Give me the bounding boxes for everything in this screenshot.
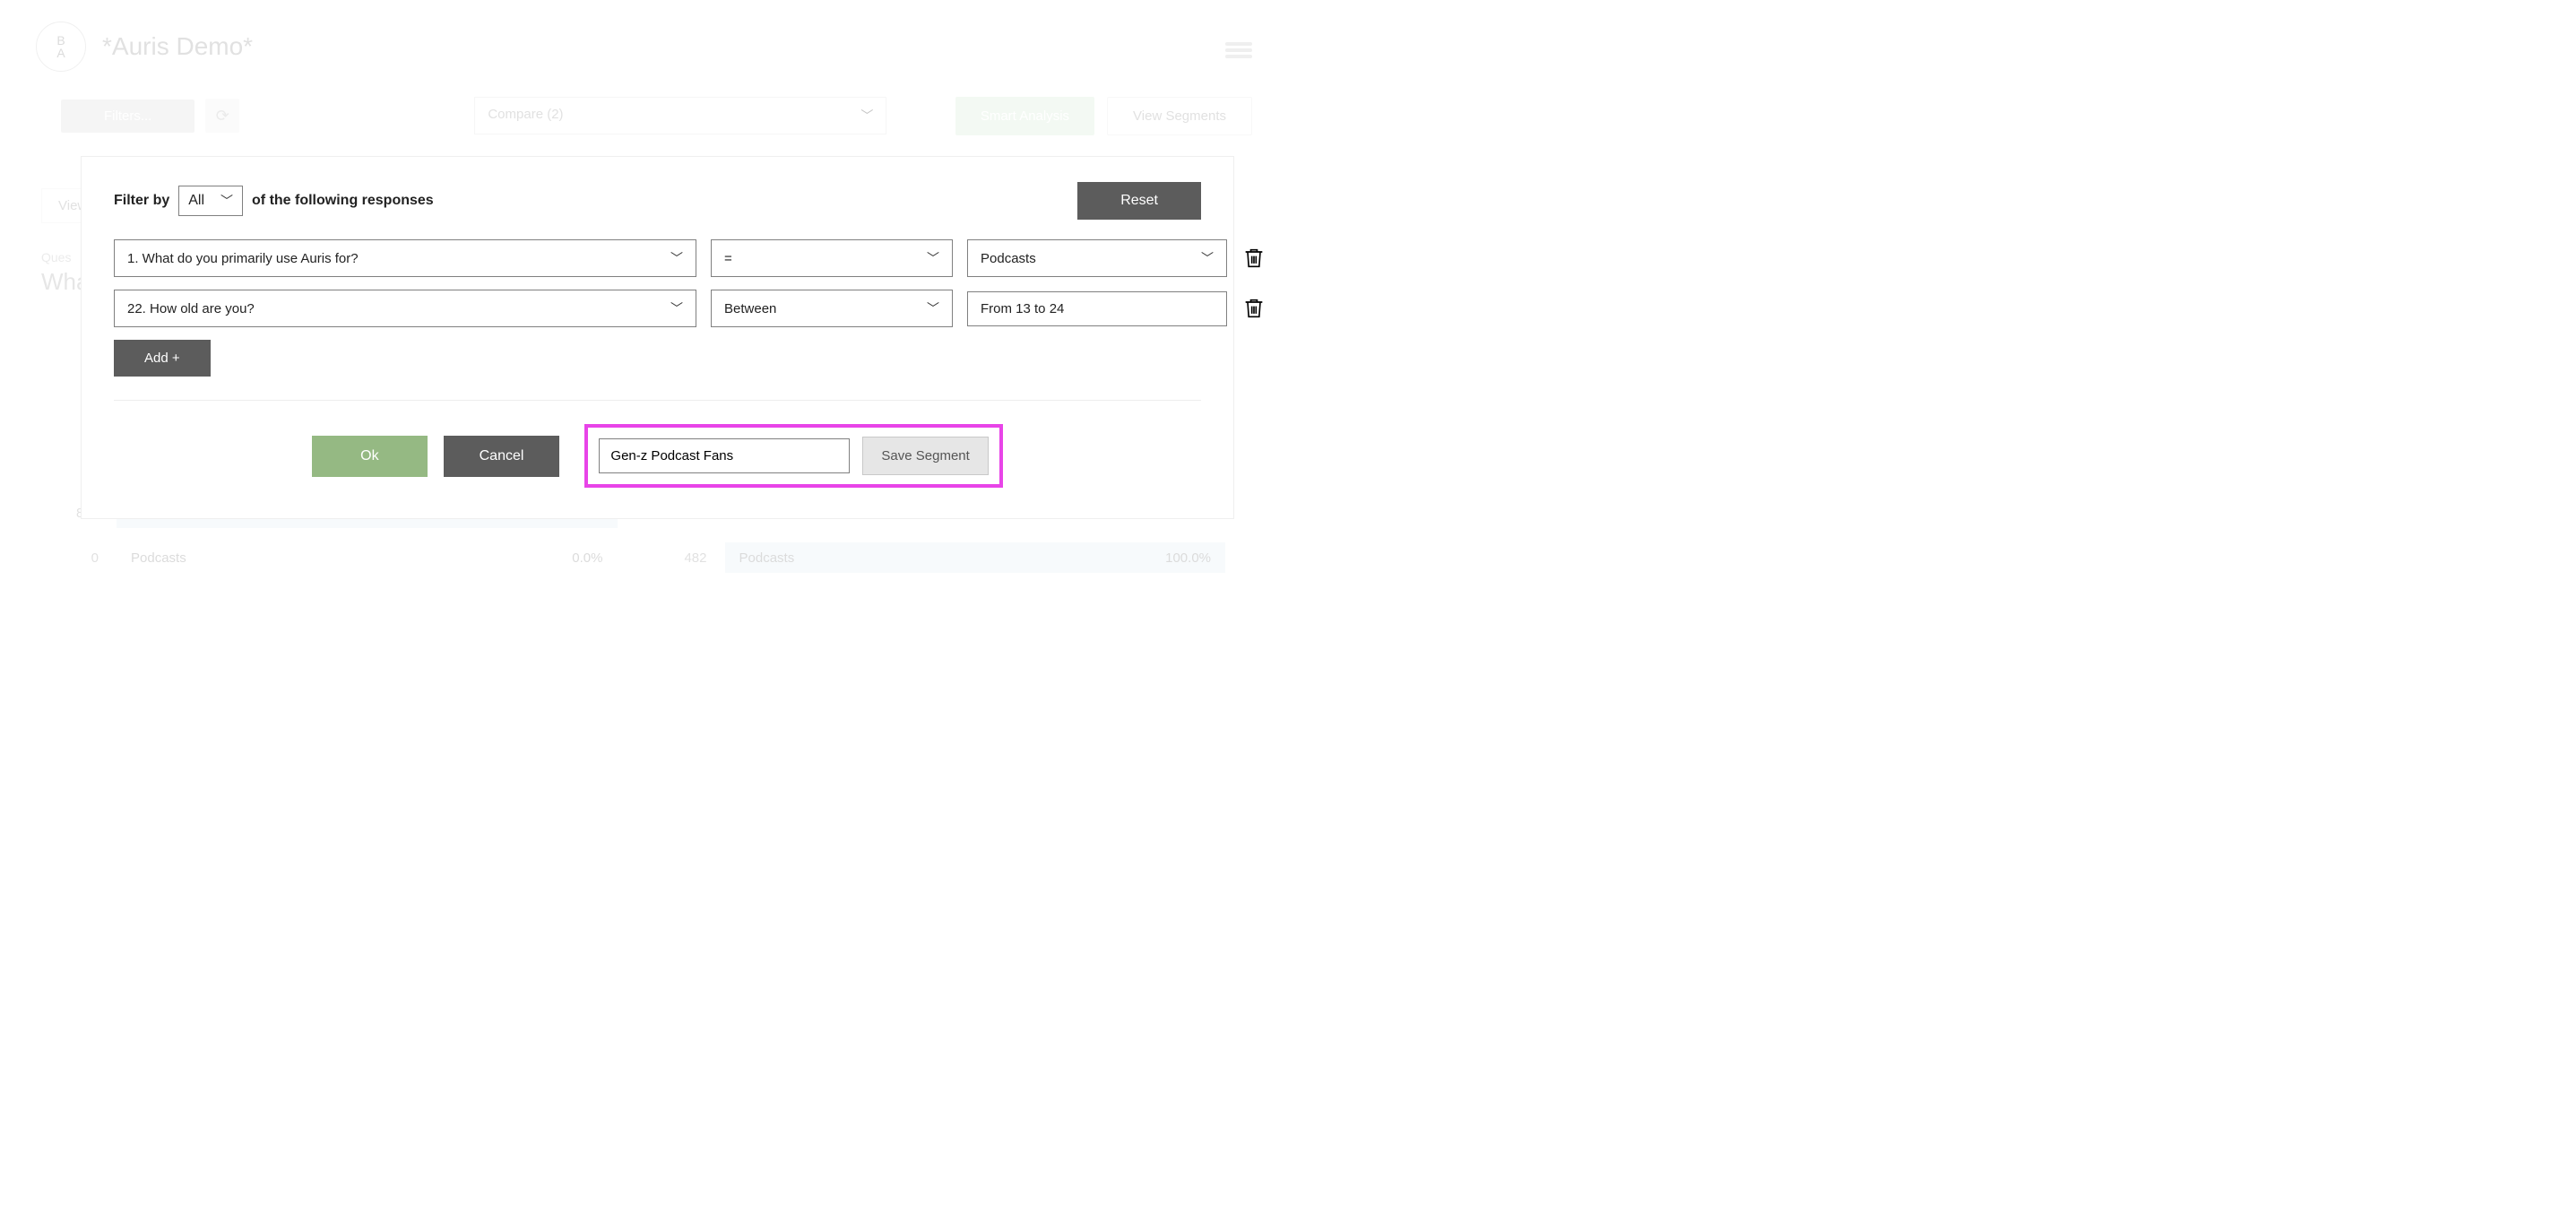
- question-select-value: 1. What do you primarily use Auris for?: [127, 251, 359, 266]
- logo: B A: [36, 22, 86, 72]
- question-select[interactable]: 1. What do you primarily use Auris for? …: [114, 239, 696, 277]
- menu-icon[interactable]: [1225, 39, 1252, 61]
- chevron-down-icon: ﹀: [927, 249, 939, 267]
- value-input[interactable]: From 13 to 24: [967, 291, 1227, 326]
- result-count: 482: [671, 550, 707, 566]
- view-segments-button[interactable]: View Segments: [1107, 97, 1252, 135]
- value-select-value: Podcasts: [981, 251, 1036, 266]
- segment-name-input[interactable]: [599, 438, 850, 473]
- operator-select[interactable]: Between ﹀: [711, 290, 953, 327]
- logo-letter-top: B: [56, 34, 65, 47]
- filter-modal: Filter by All ﹀ of the following respons…: [81, 156, 1234, 519]
- value-input-value: From 13 to 24: [981, 301, 1064, 316]
- question-select-value: 22. How old are you?: [127, 301, 255, 316]
- result-count: 0: [63, 550, 99, 566]
- chevron-down-icon: ﹀: [1201, 249, 1214, 267]
- filters-button[interactable]: Filters...: [61, 100, 194, 133]
- result-percent: 0.0%: [572, 550, 617, 566]
- save-segment-button[interactable]: Save Segment: [862, 437, 988, 475]
- chevron-down-icon: ﹀: [860, 107, 873, 125]
- save-segment-highlight: Save Segment: [584, 424, 1002, 488]
- filter-row: 1. What do you primarily use Auris for? …: [114, 239, 1201, 277]
- chevron-down-icon: ﹀: [670, 299, 683, 317]
- result-row: 482 Podcasts 100.0%: [671, 542, 1226, 573]
- operator-select[interactable]: = ﹀: [711, 239, 953, 277]
- filter-scope-select[interactable]: All ﹀: [178, 186, 243, 216]
- compare-select[interactable]: Compare (2) ﹀: [474, 97, 886, 134]
- filter-scope-value: All: [188, 193, 204, 209]
- filter-by-post: of the following responses: [252, 193, 434, 209]
- result-label: Podcasts: [117, 550, 186, 566]
- cancel-button[interactable]: Cancel: [444, 436, 560, 477]
- value-select[interactable]: Podcasts ﹀: [967, 239, 1227, 277]
- smart-analysis-button[interactable]: Smart Analysis: [955, 97, 1094, 135]
- question-select[interactable]: 22. How old are you? ﹀: [114, 290, 696, 327]
- chevron-down-icon: ﹀: [220, 192, 233, 210]
- operator-select-value: =: [724, 251, 732, 266]
- reset-button[interactable]: Reset: [1077, 182, 1201, 220]
- result-label: Podcasts: [725, 550, 795, 566]
- page-title: *Auris Demo*: [102, 32, 253, 61]
- compare-label: Compare (2): [488, 107, 563, 125]
- ok-button[interactable]: Ok: [312, 436, 427, 477]
- logo-letter-bottom: A: [56, 47, 65, 59]
- chevron-down-icon: ﹀: [927, 299, 939, 317]
- trash-icon[interactable]: [1241, 246, 1266, 271]
- filter-by-pre: Filter by: [114, 193, 169, 209]
- trash-icon[interactable]: [1241, 296, 1266, 321]
- filter-row: 22. How old are you? ﹀ Between ﹀ From 13…: [114, 290, 1201, 327]
- add-filter-button[interactable]: Add +: [114, 340, 211, 377]
- result-percent: 100.0%: [1165, 550, 1225, 566]
- result-row: 0 Podcasts 0.0%: [63, 542, 618, 573]
- chevron-down-icon: ﹀: [670, 249, 683, 267]
- operator-select-value: Between: [724, 301, 776, 316]
- refresh-button[interactable]: ⟳: [205, 99, 239, 133]
